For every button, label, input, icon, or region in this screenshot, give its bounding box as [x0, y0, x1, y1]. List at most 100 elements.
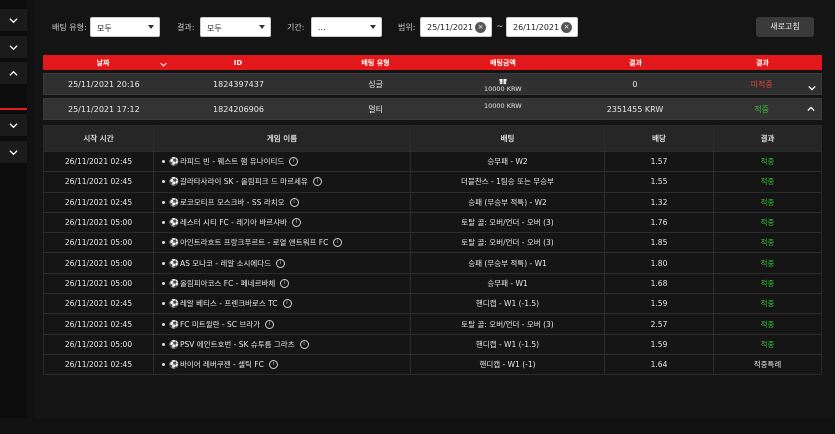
row-game-name: FC 미트윌란 - SC 브라가 — [179, 319, 261, 329]
info-icon[interactable]: i — [299, 339, 309, 349]
sidebar-active-indicator — [0, 87, 27, 110]
result-select[interactable]: 모두 — [200, 17, 271, 37]
row-game-name: 레스터 시티 FC - 레기아 바르샤바 — [179, 218, 287, 228]
sidebar-toggle-1[interactable] — [0, 9, 27, 31]
row-start-time: 26/11/2021 05:00 — [64, 278, 133, 288]
bet-history-table: 날짜 ID 배팅 유형 배팅금액 결과 결과 25/11/2021 20:16 … — [43, 55, 822, 120]
row-game-name-cell: ⚽ 갈라타사라이 SK - 올림피크 드 마르세유 i — [153, 172, 410, 192]
date-from-input[interactable]: 25/11/2021 × — [420, 17, 492, 37]
bullet-icon — [162, 241, 165, 245]
info-icon[interactable]: i — [289, 197, 299, 207]
row-pick: 더블찬스 - 1팀승 또는 무승부 — [410, 172, 604, 192]
period-value: ... — [318, 23, 326, 32]
details-row: 26/11/2021 05:00 ⚽ 올림피아코스 FC - 페네르바체 i 승무패 -… — [44, 272, 821, 294]
row-game-name: PSV 에인트호번 - SK 슈투름 그라츠 — [179, 339, 295, 349]
row-start-time: 26/11/2021 02:45 — [64, 299, 133, 309]
bullet-icon — [162, 281, 165, 285]
details-row: 26/11/2021 05:00 ⚽ AS 모나코 - 레알 소시에다드 i 승패 (무… — [44, 252, 821, 273]
row-game-name-cell: ⚽ 바이어 레버쿠젠 - 셀틱 FC i — [153, 354, 410, 375]
header-start-time: 시작 시간 — [83, 134, 114, 143]
row-game-name-cell: ⚽ AS 모나코 - 레알 소시에다드 i — [153, 253, 410, 273]
clear-icon[interactable]: × — [475, 22, 486, 33]
info-icon[interactable]: i — [291, 218, 301, 228]
row-game-name-cell: ⚽ FC 미트윌란 - SC 브라가 i — [153, 314, 410, 334]
bullet-icon — [162, 261, 165, 265]
header-date-label: 날짜 — [96, 58, 110, 67]
clear-icon[interactable]: × — [561, 22, 572, 33]
bet-amount: 10000 KRW — [483, 102, 522, 110]
info-icon[interactable]: i — [268, 360, 278, 370]
bet-type-select[interactable]: 모두 — [90, 17, 160, 37]
soccer-ball-icon: ⚽ — [169, 238, 179, 248]
details-row: 26/11/2021 02:45 ⚽ 갈라타사라이 SK - 올림피크 드 마르세유… — [44, 171, 821, 192]
gift-icon — [438, 77, 568, 85]
info-icon[interactable]: i — [289, 157, 299, 167]
info-icon[interactable]: i — [265, 319, 275, 329]
soccer-ball-icon: ⚽ — [169, 360, 179, 370]
header-id: ID — [233, 58, 243, 67]
info-icon[interactable]: i — [282, 299, 292, 309]
details-row: 26/11/2021 02:45 ⚽ 로코모티프 모스크바 - SS 라치오 i 승패 … — [44, 191, 821, 212]
chevron-up-icon — [9, 70, 18, 76]
row-pick: 핸디캡 - W1 (-1.5) — [410, 334, 604, 354]
row-result: 적중 — [713, 294, 821, 314]
soccer-ball-icon: ⚽ — [169, 157, 179, 167]
row-game-name-cell: ⚽ 로코모티프 모스크바 - SS 라치오 i — [153, 192, 410, 212]
main-panel: 배팅 유형: 모두 결과: 모두 기간: ... 범위: 25/11/2021 … — [35, 0, 835, 418]
caret-down-icon — [148, 25, 154, 29]
row-odds: 1.80 — [604, 253, 713, 273]
header-bet-type: 배팅 유형 — [361, 58, 390, 67]
date-to-input[interactable]: 26/11/2021 × — [506, 17, 578, 37]
row-pick: 핸디캡 - W1 (-1.5) — [410, 294, 604, 314]
bet-row[interactable]: 25/11/2021 17:12 1824206906 멀티 10000 KRW… — [43, 98, 822, 120]
chevron-down-icon[interactable] — [808, 84, 816, 92]
sidebar-toggle-4[interactable] — [0, 114, 27, 136]
range-separator: ~ — [496, 22, 504, 32]
row-result: 적중 — [713, 314, 821, 334]
info-icon[interactable]: i — [280, 278, 290, 288]
row-start-time: 26/11/2021 02:45 — [64, 360, 133, 370]
row-odds: 1.57 — [604, 152, 713, 172]
caret-down-icon — [370, 25, 376, 29]
soccer-ball-icon: ⚽ — [169, 258, 179, 268]
row-result: 적중특례 — [713, 354, 821, 375]
chevron-down-icon — [9, 122, 18, 128]
header-date[interactable]: 날짜 — [43, 58, 167, 68]
chevron-up-icon[interactable] — [807, 105, 815, 113]
period-select[interactable]: ... — [311, 17, 382, 37]
bet-row[interactable]: 25/11/2021 20:16 1824397437 싱글 10000 KRW… — [43, 73, 822, 95]
row-start-time: 26/11/2021 05:00 — [64, 218, 133, 228]
bet-type: 멀티 — [368, 104, 383, 114]
range-label: 범위: — [398, 23, 416, 32]
bet-id: 1824397437 — [213, 79, 264, 89]
soccer-ball-icon: ⚽ — [169, 177, 179, 187]
soccer-ball-icon: ⚽ — [169, 197, 179, 207]
details-row: 26/11/2021 05:00 ⚽ PSV 에인트호번 - SK 슈투름 그라츠 i… — [44, 333, 821, 354]
bullet-icon — [162, 221, 165, 225]
sidebar — [0, 0, 27, 418]
details-rows: 26/11/2021 02:45 ⚽ 라피드 빈 - 웨스트 햄 유나이티드 i 승무패… — [44, 151, 821, 375]
row-pick: 핸디캡 - W1 (-1) — [410, 354, 604, 375]
sidebar-toggle-3[interactable] — [0, 62, 27, 84]
date-from-value: 25/11/2021 — [427, 23, 474, 32]
row-odds: 2.57 — [604, 314, 713, 334]
header-win: 결과 — [629, 58, 642, 67]
bet-date: 25/11/2021 17:12 — [67, 104, 140, 114]
row-odds: 1.85 — [604, 233, 713, 253]
row-pick: 승패 (무승부 적특) - W1 — [410, 253, 604, 273]
row-result: 적중 — [713, 273, 821, 294]
row-pick: 토탈 골: 오버/언더 - 오버 (3) — [410, 314, 604, 334]
bet-type-label: 배팅 유형: — [52, 23, 87, 32]
bet-details-table: 시작 시간 게임 이름 배팅 배당 결과 26/11/2021 02:45 ⚽ 라피… — [43, 125, 822, 376]
details-header: 시작 시간 게임 이름 배팅 배당 결과 — [44, 126, 821, 151]
info-icon[interactable]: i — [312, 177, 322, 187]
info-icon[interactable]: i — [333, 238, 343, 248]
refresh-button[interactable]: 새로고침 — [756, 17, 814, 37]
info-icon[interactable]: i — [276, 258, 286, 268]
row-odds: 1.55 — [604, 172, 713, 192]
row-game-name: 아인트라흐트 프랑크푸르트 - 로열 앤트워프 FC — [179, 238, 329, 248]
row-start-time: 26/11/2021 02:45 — [64, 157, 133, 167]
chevron-down-icon — [9, 17, 18, 23]
sidebar-toggle-5[interactable] — [0, 141, 27, 163]
sidebar-toggle-2[interactable] — [0, 36, 27, 58]
